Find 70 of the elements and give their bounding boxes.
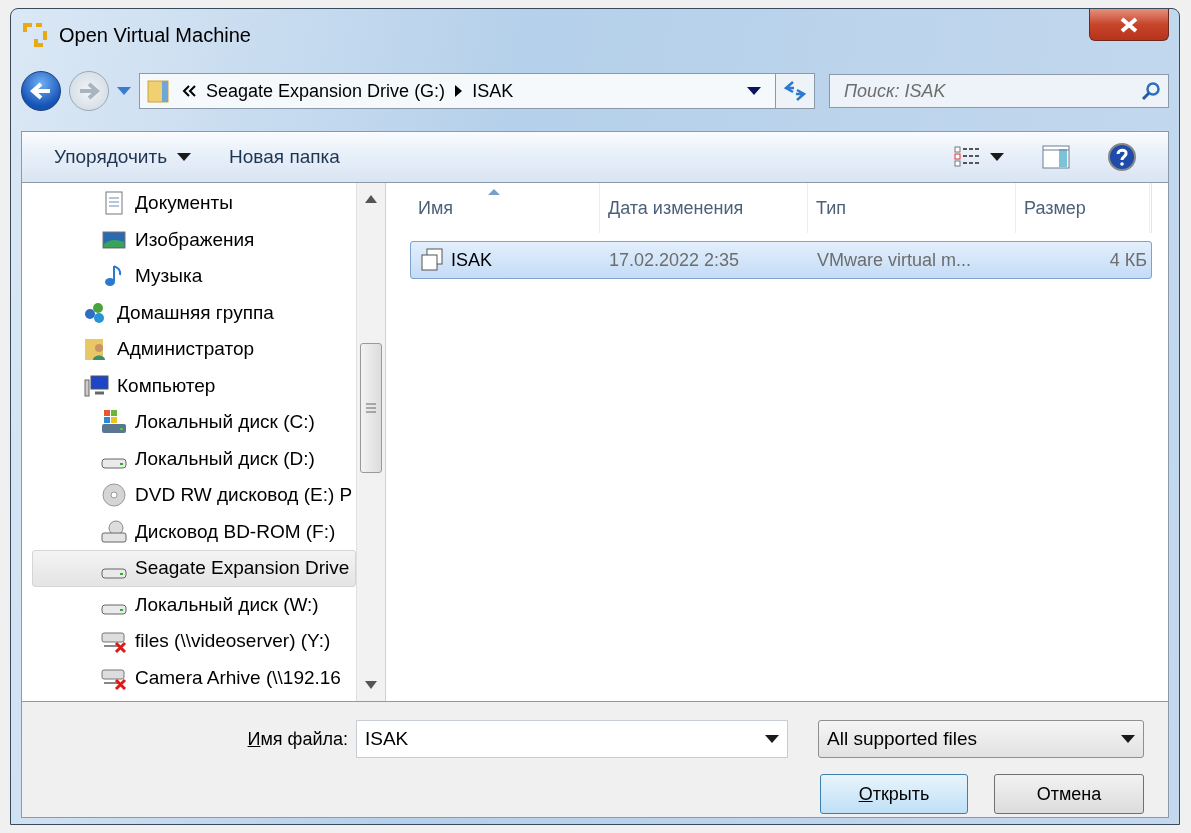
file-type-dropdown[interactable]: All supported files (818, 720, 1144, 758)
forward-arrow-icon (78, 82, 100, 100)
address-bar[interactable]: Seagate Expansion Drive (G:) ISAK (139, 73, 776, 109)
tree-item[interactable]: Локальный диск (W:) (32, 586, 357, 623)
column-header[interactable]: Имя (410, 183, 600, 233)
drive-icon (101, 604, 127, 616)
windows-drive-icon (101, 409, 127, 436)
folder-icon (146, 78, 172, 104)
tree-item[interactable]: Компьютер (32, 367, 357, 404)
breadcrumb[interactable]: Seagate Expansion Drive (G:) (206, 80, 446, 102)
search-icon (1141, 81, 1161, 101)
refresh-arrows-icon (783, 80, 807, 102)
tree-item[interactable]: files (\\videoserver) (Y:) (32, 623, 357, 660)
table-cell-text: VMware virtual m... (816, 249, 973, 271)
refresh-button[interactable] (775, 73, 815, 109)
drive-icon (101, 567, 127, 579)
details-view-icon (954, 145, 980, 169)
search-field[interactable]: Поиск: ISAK (829, 74, 1169, 108)
breadcrumb[interactable]: ISAK (472, 80, 514, 102)
tree-item[interactable]: Документы (32, 185, 357, 222)
tree-item[interactable]: DVD RW дисковод (E:) P (32, 477, 357, 514)
tree-item[interactable]: Дисковод BD-ROM (F:) (32, 513, 357, 550)
column-header[interactable]: Дата изменения (600, 183, 808, 233)
breadcrumb-arrow-icon (455, 85, 463, 97)
virtual-machine-icon (419, 247, 445, 273)
grip-icon (366, 403, 377, 413)
caret-icon (990, 153, 1004, 161)
help-icon (1108, 143, 1136, 171)
computer-icon (83, 372, 109, 399)
file-row[interactable]: ISAK 17.02.2022 2:35 VMware virtual m... 4 КБ (410, 241, 1152, 279)
caret-icon (177, 153, 192, 161)
tree-item[interactable]: Музыка (32, 258, 357, 295)
overflow-chevron-icon (182, 85, 196, 97)
tree-item[interactable]: Домашняя группа (32, 294, 357, 331)
back-button[interactable] (21, 71, 61, 111)
table-cell-text: 4 КБ (1108, 249, 1148, 271)
new-folder-button[interactable]: Новая папка (217, 142, 352, 172)
scroll-thumb[interactable] (360, 343, 383, 473)
scroll-down-icon[interactable] (365, 681, 378, 689)
back-arrow-icon (30, 82, 52, 100)
tree-item[interactable]: Camera Arhive (\\192.16 (32, 659, 357, 696)
tree-item[interactable]: Seagate Expansion Drive (32, 550, 357, 587)
tree-item[interactable]: Администратор (32, 331, 357, 368)
history-caret-icon[interactable] (117, 87, 131, 95)
disc-drive-icon (101, 518, 127, 545)
column-header[interactable]: Тип (808, 183, 1016, 233)
scrollbar[interactable] (356, 183, 386, 701)
close-button[interactable] (1089, 9, 1169, 41)
app-logo-icon (21, 21, 49, 49)
drive-icon (101, 458, 127, 470)
open-button[interactable]: Открыть (820, 774, 968, 814)
column-header[interactable]: Размер (1016, 183, 1150, 233)
tree-item[interactable]: Локальный диск (D:) (32, 440, 357, 477)
cancel-button[interactable]: Отмена (994, 774, 1144, 814)
sort-ascending-icon (488, 189, 500, 195)
preview-pane-icon (1042, 145, 1070, 169)
close-icon (1119, 16, 1139, 33)
scroll-up-icon[interactable] (365, 195, 378, 203)
window-title: Open Virtual Machine (59, 23, 252, 47)
filename-field[interactable]: ISAK (356, 720, 788, 758)
tree-item[interactable]: Локальный диск (C:) (32, 404, 357, 441)
tree-item[interactable]: Изображения (32, 221, 357, 258)
organize-menu-button[interactable]: Упорядочить (42, 142, 204, 172)
table-cell-text: 17.02.2022 2:35 (608, 249, 741, 271)
filename-label: Имя файла: (247, 728, 348, 750)
caret-icon (1121, 735, 1135, 743)
caret-icon (765, 735, 779, 743)
disc-icon (101, 482, 127, 509)
table-cell: ISAK (411, 247, 601, 273)
address-caret-icon[interactable] (747, 87, 761, 95)
